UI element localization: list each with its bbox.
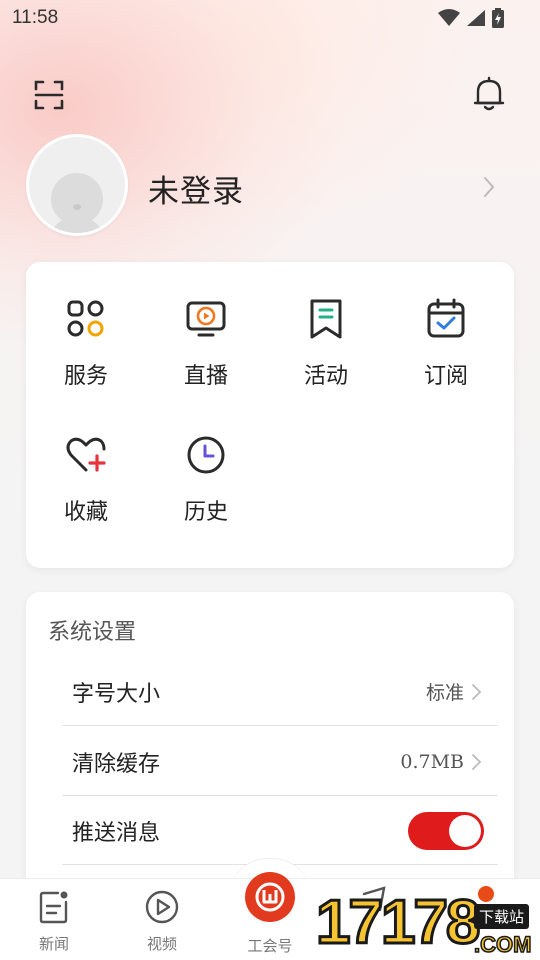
watermark-tag: 下载站 xyxy=(474,904,530,929)
watermark-number: 17178 xyxy=(314,888,481,957)
chevron-right-icon[interactable] xyxy=(478,172,500,202)
news-icon xyxy=(39,891,68,924)
clear-cache-row[interactable]: 清除缓存 0.7MB xyxy=(62,728,498,796)
tab-label: 工会号 xyxy=(247,937,293,955)
menu-item-live[interactable]: 直播 xyxy=(146,280,266,390)
menu-item-activity[interactable]: 活动 xyxy=(266,280,386,390)
menu-item-label: 历史 xyxy=(183,500,228,525)
tab-news[interactable]: 新闻 xyxy=(0,879,108,960)
watermark-dot xyxy=(478,886,494,902)
menu-item-history[interactable]: 历史 xyxy=(146,416,266,526)
status-time: 11:58 xyxy=(12,7,59,28)
activity-bookmark-icon xyxy=(310,299,342,339)
toggle-knob xyxy=(449,814,481,847)
tab-video[interactable]: 视频 xyxy=(108,879,216,960)
bell-icon[interactable] xyxy=(470,74,508,114)
menu-item-label: 收藏 xyxy=(63,500,108,525)
default-avatar-icon xyxy=(51,173,103,233)
menu-item-subscribe[interactable]: 订阅 xyxy=(386,280,506,390)
history-clock-icon xyxy=(187,436,225,474)
tab-union[interactable] xyxy=(245,872,295,922)
wifi-icon xyxy=(438,9,460,26)
video-play-icon xyxy=(145,890,179,924)
menu-item-label: 活动 xyxy=(303,364,348,389)
settings-title: 系统设置 xyxy=(48,620,137,645)
menu-item-label: 服务 xyxy=(63,364,108,389)
status-icons xyxy=(438,8,504,28)
favorite-heart-plus-icon xyxy=(66,437,106,472)
push-notification-row: 推送消息 xyxy=(62,797,498,865)
subscribe-calendar-icon xyxy=(427,298,465,338)
services-grid-icon xyxy=(67,300,104,337)
quick-menu-card: 服务 直播 活动 订阅 收藏 历史 xyxy=(26,262,514,568)
font-size-row[interactable]: 字号大小 标准 xyxy=(62,658,498,726)
push-toggle[interactable] xyxy=(408,811,484,850)
tab-label: 视频 xyxy=(146,935,177,953)
cache-size-value: 0.7MB xyxy=(400,750,464,773)
menu-item-label: 订阅 xyxy=(423,364,468,389)
login-prompt[interactable]: 未登录 xyxy=(148,166,244,211)
status-bar: 11:58 xyxy=(0,0,540,36)
clear-cache-label: 清除缓存 xyxy=(72,751,161,777)
live-tv-icon xyxy=(186,301,226,337)
chevron-right-icon xyxy=(472,683,482,700)
battery-icon xyxy=(492,8,504,28)
font-size-value: 标准 xyxy=(425,682,464,704)
menu-item-label: 直播 xyxy=(183,364,228,389)
push-label: 推送消息 xyxy=(72,820,161,846)
union-logo-icon xyxy=(255,882,285,912)
site-watermark: 17178 下载站 .COM xyxy=(314,884,540,960)
chevron-right-icon xyxy=(472,753,482,770)
menu-item-services[interactable]: 服务 xyxy=(26,280,146,390)
scan-icon[interactable] xyxy=(30,76,68,114)
tab-label: 新闻 xyxy=(38,935,69,953)
watermark-domain: .COM xyxy=(473,931,532,958)
menu-item-favorites[interactable]: 收藏 xyxy=(26,416,146,526)
avatar[interactable] xyxy=(26,134,128,236)
signal-icon xyxy=(467,10,485,26)
font-size-label: 字号大小 xyxy=(72,681,161,707)
